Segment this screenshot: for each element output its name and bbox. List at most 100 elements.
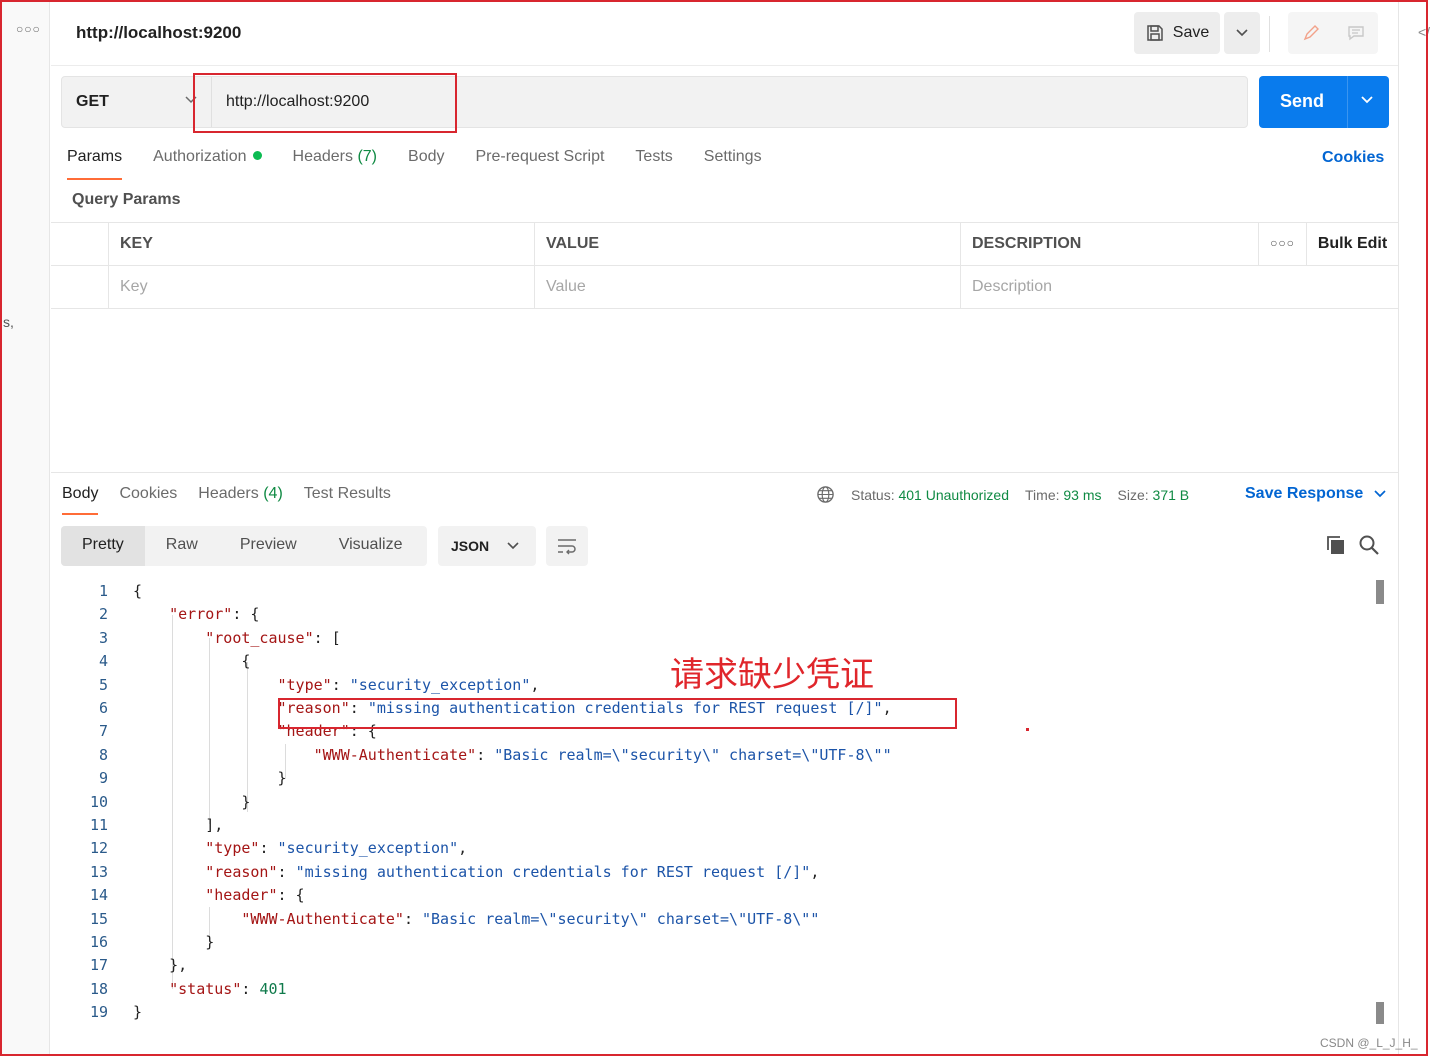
code-text: }	[133, 1003, 143, 1022]
table-header-row: KEY VALUE DESCRIPTION ○○○ Bulk Edit	[51, 223, 1398, 266]
view-pretty[interactable]: Pretty	[61, 526, 145, 566]
value-input[interactable]: Value	[534, 266, 960, 309]
sidebar-text-fragment: s,	[3, 314, 14, 330]
tab-headers-count: (7)	[357, 148, 378, 165]
description-input[interactable]: Description	[960, 266, 1398, 309]
globe-icon[interactable]	[816, 485, 835, 504]
pane-divider[interactable]	[51, 472, 1398, 473]
tab-authorization-label: Authorization	[153, 148, 247, 165]
save-icon	[1147, 25, 1163, 41]
code-text: "type": "security_exception",	[277, 675, 540, 694]
chevron-down-icon[interactable]	[1359, 94, 1375, 106]
tab-settings[interactable]: Settings	[704, 148, 762, 178]
response-tab-headers-label: Headers	[198, 485, 259, 502]
time-value[interactable]: 93 ms	[1063, 487, 1101, 503]
code-text: {	[133, 582, 143, 600]
view-raw[interactable]: Raw	[145, 526, 219, 566]
wrap-lines-icon	[558, 539, 576, 555]
table-row: Key Value Description	[51, 266, 1398, 309]
json-key: "error"	[169, 605, 233, 624]
response-tab-headers[interactable]: Headers (4)	[198, 485, 283, 503]
wrap-lines-button[interactable]	[546, 526, 588, 566]
response-headers-count: (4)	[263, 485, 283, 502]
json-key: "type"	[205, 839, 260, 858]
code-text: "reason": "missing authentication creden…	[205, 862, 820, 881]
json-key: "reason"	[205, 862, 278, 881]
method-select[interactable]: GET	[76, 93, 109, 111]
line-number: 3	[98, 628, 108, 647]
line-number: 11	[89, 816, 108, 834]
scrollbar-thumb-top[interactable]	[1376, 580, 1384, 604]
save-options-button[interactable]	[1224, 12, 1260, 54]
json-key: "WWW-Authenticate"	[241, 909, 404, 928]
size-label: Size:	[1117, 486, 1149, 503]
chevron-down-icon	[1236, 29, 1248, 37]
line-number: 5	[98, 675, 108, 694]
json-number: 401	[259, 979, 287, 998]
json-key: "type"	[277, 675, 332, 694]
code-text: }	[133, 792, 251, 811]
format-select[interactable]: JSON	[438, 526, 536, 566]
line-number: 4	[98, 652, 108, 671]
more-horizontal-icon[interactable]: ○○○	[16, 22, 41, 36]
view-preview[interactable]: Preview	[219, 526, 318, 566]
line-number: 14	[89, 886, 108, 905]
tab-authorization[interactable]: Authorization	[153, 148, 262, 178]
query-params-title: Query Params	[72, 191, 181, 208]
send-button[interactable]: Send	[1259, 76, 1389, 128]
response-tabs: Body Cookies Headers (4) Test Results	[62, 485, 412, 515]
save-button[interactable]: Save	[1134, 12, 1220, 54]
json-key: "root_cause"	[205, 628, 314, 647]
tab-body[interactable]: Body	[408, 148, 444, 178]
chevron-down-icon	[507, 542, 519, 550]
json-string: "Basic realm=\"security\" charset=\"UTF-…	[422, 909, 820, 928]
tab-tests[interactable]: Tests	[635, 148, 672, 178]
send-label: Send	[1280, 91, 1325, 111]
request-title[interactable]: http://localhost:9200	[76, 23, 241, 43]
line-number: 18	[89, 979, 108, 998]
scrollbar-thumb-bottom[interactable]	[1376, 1002, 1384, 1024]
json-string: "missing authentication credentials for …	[295, 862, 811, 881]
view-visualize[interactable]: Visualize	[318, 526, 424, 566]
save-response-button[interactable]: Save Response	[1245, 485, 1387, 503]
json-string: "Basic realm=\"security\" charset=\"UTF-…	[494, 745, 892, 764]
response-tab-test-results[interactable]: Test Results	[304, 485, 391, 503]
view-mode-selector: Pretty Raw Preview Visualize	[61, 526, 427, 566]
copy-icon[interactable]	[1325, 534, 1347, 556]
more-options-icon[interactable]: ○○○	[1258, 223, 1306, 266]
left-sidebar: ○○○ s,	[2, 2, 50, 1054]
size-value[interactable]: 371 B	[1153, 487, 1190, 503]
pencil-icon[interactable]	[1301, 23, 1321, 43]
save-label: Save	[1172, 24, 1210, 41]
code-text: }	[133, 769, 287, 788]
comment-icon[interactable]	[1346, 23, 1366, 43]
header-tools	[1288, 12, 1378, 54]
chevron-down-icon	[1374, 490, 1386, 498]
reason-annotation-box	[278, 698, 957, 729]
auth-status-dot	[252, 151, 262, 160]
bulk-edit-button[interactable]: Bulk Edit	[1306, 223, 1398, 266]
line-number: 6	[98, 699, 108, 717]
format-label: JSON	[451, 538, 490, 554]
line-number: 19	[89, 1003, 108, 1022]
tab-prerequest-script[interactable]: Pre-request Script	[475, 148, 604, 178]
request-header: http://localhost:9200 Save	[51, 2, 1398, 66]
code-text: ],	[133, 816, 224, 834]
code-text: "header": {	[205, 886, 305, 905]
code-text: "root_cause": [	[205, 628, 341, 647]
search-icon[interactable]	[1358, 534, 1380, 556]
save-response-label: Save Response	[1245, 485, 1364, 502]
code-text: "WWW-Authenticate": "Basic realm=\"secur…	[313, 745, 892, 764]
line-number: 9	[98, 769, 108, 788]
response-tab-cookies[interactable]: Cookies	[119, 485, 177, 503]
send-separator	[1347, 76, 1348, 128]
annotation-dot	[1026, 728, 1029, 731]
response-tab-body[interactable]: Body	[62, 485, 99, 515]
tab-headers[interactable]: Headers (7)	[293, 148, 378, 178]
cookies-link[interactable]: Cookies	[1322, 149, 1384, 167]
tab-params[interactable]: Params	[67, 148, 123, 180]
key-input[interactable]: Key	[108, 266, 534, 309]
right-code-icon-fragment[interactable]: </	[1418, 24, 1430, 40]
json-string: "security_exception"	[349, 675, 531, 694]
status-value[interactable]: 401 Unauthorized	[898, 487, 1009, 503]
